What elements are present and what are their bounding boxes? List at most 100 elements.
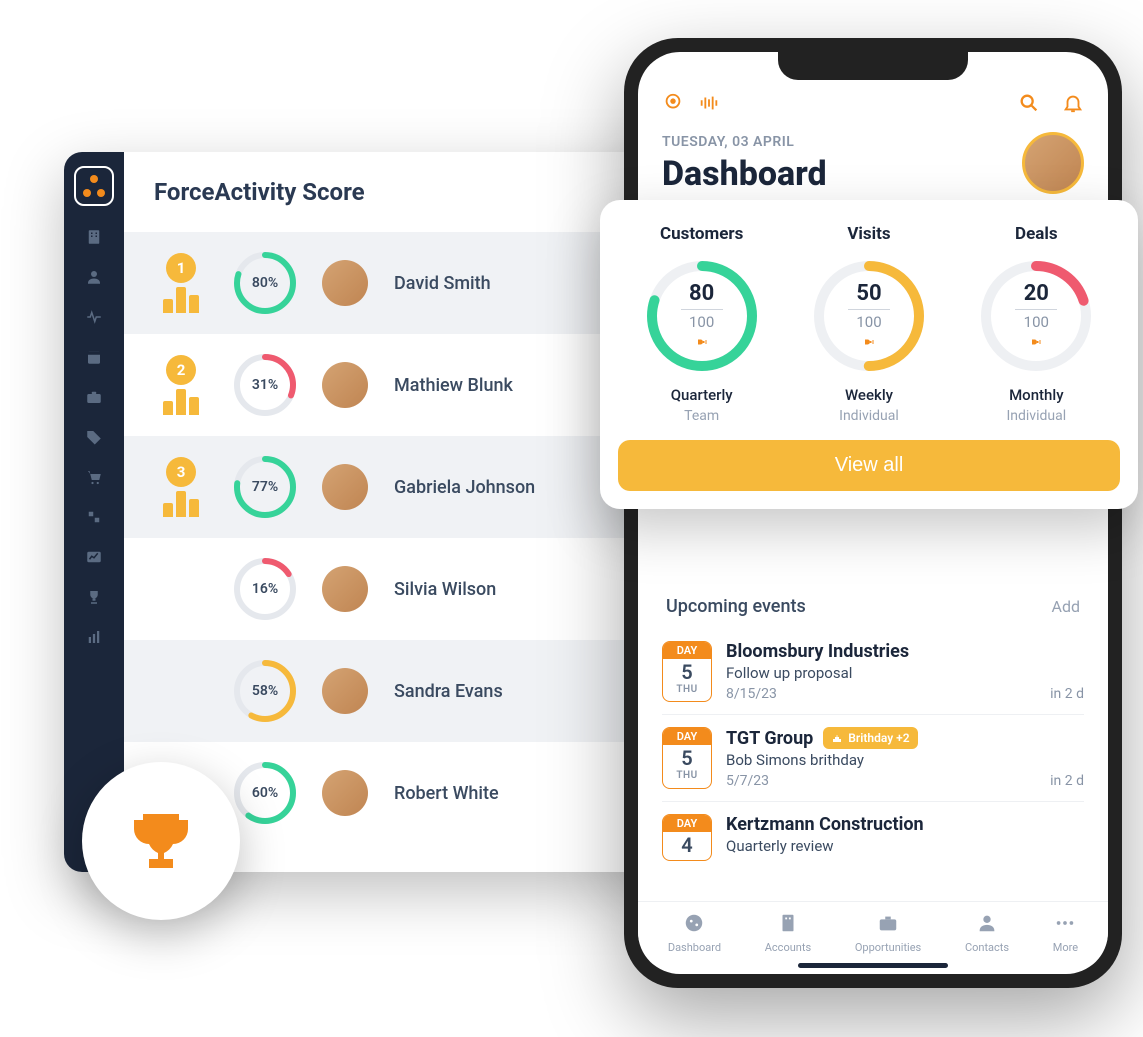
kpi-period: Quarterly	[671, 386, 733, 404]
trophy-icon	[1030, 333, 1042, 352]
kpi-max: 100	[689, 313, 714, 331]
opportunities-icon	[877, 912, 899, 937]
tab-dashboard[interactable]: Dashboard	[668, 912, 721, 954]
home-indicator[interactable]	[798, 963, 948, 968]
trophy-icon	[696, 333, 708, 352]
avatar	[322, 260, 368, 306]
avatar	[322, 668, 368, 714]
kpi-card: Customers 80 100 Quarterly Team Visits 5…	[600, 200, 1138, 509]
chart-icon[interactable]	[85, 548, 103, 566]
cubes-icon[interactable]	[85, 508, 103, 526]
kpi-item[interactable]: Visits 50 100 Weekly Individual	[786, 224, 952, 424]
event-sub: Quarterly review	[726, 837, 1084, 855]
kpi-ring: 80 100	[642, 256, 762, 376]
waveform-icon[interactable]	[698, 92, 720, 118]
app-logo[interactable]	[74, 166, 114, 206]
rank-cell: 3	[154, 457, 208, 517]
rank-cell: 1	[154, 253, 208, 313]
add-event-button[interactable]: Add	[1052, 597, 1080, 616]
podium-icon	[163, 389, 199, 415]
tab-label: More	[1053, 941, 1078, 954]
kpi-scope: Team	[684, 408, 719, 424]
event-row[interactable]: DAY 4 Kertzmann Construction Quarterly r…	[662, 801, 1084, 873]
podium-icon	[163, 287, 199, 313]
dashboard-title: Dashboard	[662, 154, 827, 194]
rank-badge: 3	[166, 457, 196, 487]
profile-avatar[interactable]	[1022, 132, 1084, 194]
trophy-badge	[82, 762, 240, 920]
avatar	[322, 464, 368, 510]
tab-label: Accounts	[765, 941, 811, 954]
tab-contacts[interactable]: Contacts	[965, 912, 1009, 954]
tab-label: Opportunities	[855, 941, 921, 954]
event-date: 5/7/23	[726, 773, 769, 789]
briefcase-icon[interactable]	[85, 388, 103, 406]
tag-icon[interactable]	[85, 428, 103, 446]
score-percent: 60%	[234, 762, 296, 824]
kpi-label: Visits	[847, 224, 890, 244]
kpi-scope: Individual	[839, 408, 899, 424]
kpi-value: 50	[856, 281, 881, 306]
person-name: David Smith	[394, 273, 491, 294]
user-icon[interactable]	[85, 268, 103, 286]
view-all-button[interactable]: View all	[618, 440, 1120, 491]
event-row[interactable]: DAY 5 THU Bloomsbury Industries Follow u…	[662, 629, 1084, 714]
search-icon[interactable]	[1018, 92, 1040, 118]
score-ring: 77%	[234, 456, 296, 518]
kpi-item[interactable]: Customers 80 100 Quarterly Team	[619, 224, 785, 424]
location-icon[interactable]	[662, 92, 684, 118]
event-eta: in 2 d	[1050, 686, 1084, 702]
phone-screen: TUESDAY, 03 APRIL Dashboard Upcoming eve…	[638, 52, 1108, 974]
accounts-icon	[777, 912, 799, 937]
building-icon[interactable]	[85, 228, 103, 246]
person-name: Robert White	[394, 783, 499, 804]
trophy-icon	[863, 333, 875, 352]
calendar-icon[interactable]	[85, 348, 103, 366]
rank-badge: 2	[166, 355, 196, 385]
kpi-period: Weekly	[845, 386, 893, 404]
score-percent: 31%	[234, 354, 296, 416]
day-box: DAY 4	[662, 814, 712, 861]
rank-badge: 1	[166, 253, 196, 283]
contacts-icon	[976, 912, 998, 937]
score-percent: 58%	[234, 660, 296, 722]
kpi-item[interactable]: Deals 20 100 Monthly Individual	[953, 224, 1119, 424]
sidebar	[64, 152, 124, 872]
birthday-badge: Brithday +2	[823, 727, 917, 749]
event-name: TGT Group Brithday +2	[726, 727, 1084, 749]
score-ring: 31%	[234, 354, 296, 416]
event-sub: Bob Simons brithday	[726, 751, 1084, 769]
person-name: Mathiew Blunk	[394, 375, 513, 396]
tab-more[interactable]: More	[1053, 912, 1078, 954]
event-sub: Follow up proposal	[726, 664, 1084, 682]
score-percent: 77%	[234, 456, 296, 518]
event-name: Bloomsbury Industries	[726, 641, 1084, 662]
event-name: Kertzmann Construction	[726, 814, 1084, 835]
trophy-icon[interactable]	[85, 588, 103, 606]
rank-cell: 2	[154, 355, 208, 415]
dashboard-icon	[683, 912, 705, 937]
kpi-ring: 20 100	[976, 256, 1096, 376]
person-name: Silvia Wilson	[394, 579, 496, 600]
cart-icon[interactable]	[85, 468, 103, 486]
kpi-label: Customers	[660, 224, 743, 244]
date-line: TUESDAY, 03 APRIL	[662, 134, 827, 150]
podium-icon	[163, 491, 199, 517]
kpi-value: 20	[1024, 281, 1049, 306]
event-row[interactable]: DAY 5 THU TGT Group Brithday +2 Bob Simo…	[662, 714, 1084, 801]
bars-icon[interactable]	[85, 628, 103, 646]
score-percent: 80%	[234, 252, 296, 314]
score-ring: 80%	[234, 252, 296, 314]
tab-accounts[interactable]: Accounts	[765, 912, 811, 954]
tabbar: Dashboard Accounts Opportunities Contacts Mo…	[638, 901, 1108, 964]
kpi-value: 80	[689, 281, 714, 306]
avatar	[322, 566, 368, 612]
avatar	[322, 362, 368, 408]
kpi-max: 100	[1024, 313, 1049, 331]
tab-opportunities[interactable]: Opportunities	[855, 912, 921, 954]
day-box: DAY 5 THU	[662, 641, 712, 702]
kpi-label: Deals	[1015, 224, 1058, 244]
pulse-icon[interactable]	[85, 308, 103, 326]
kpi-period: Monthly	[1009, 386, 1063, 404]
bell-icon[interactable]	[1062, 92, 1084, 118]
